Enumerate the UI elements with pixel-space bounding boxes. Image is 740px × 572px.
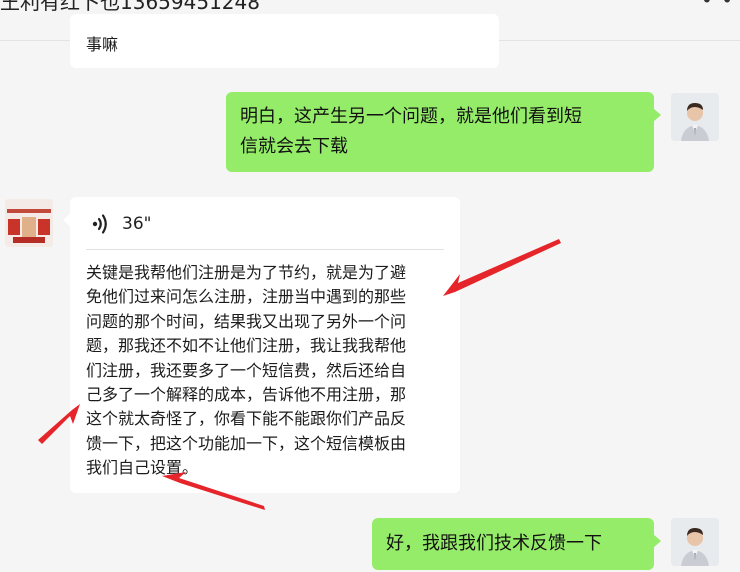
message-line: 明白，这产生另一个问题，就是他们看到短: [240, 106, 582, 127]
message-text: 好，我跟我们技术反馈一下: [386, 533, 602, 554]
message-line: 信就会去下载: [240, 136, 348, 157]
message-bubble-sent[interactable]: 明白，这产生另一个问题，就是他们看到短 信就会去下载: [226, 92, 661, 172]
more-dots-icon[interactable]: • •: [701, 0, 734, 12]
message-text: 事嘛: [86, 35, 119, 54]
transcript-line: 己多了一个解释的成本，告诉他不用注册，那: [86, 385, 407, 405]
voice-transcript: 关键是我帮他们注册是为了节约，就是为了避 免他们过来问怎么注册，注册当中遇到的那…: [86, 261, 450, 481]
chat-title: 王利有红卜也13659451248: [0, 0, 260, 14]
transcript-line: 我们自己设置。: [86, 458, 199, 478]
transcript-line: 馈一下，把这个功能加一下，这个短信模板由: [86, 433, 407, 453]
avatar-contact[interactable]: [5, 199, 53, 247]
message-bubble-sent[interactable]: 好，我跟我们技术反馈一下: [372, 518, 661, 570]
voice-wave-icon: [92, 214, 107, 234]
transcript-line: 们注册，我还要多了一个短信费，然后还给自: [86, 360, 407, 380]
voice-duration: 36": [122, 214, 152, 234]
avatar-man-icon: [671, 93, 719, 141]
transcript-line: 这个就太奇怪了，你看下能不能跟你们产品反: [86, 409, 407, 429]
message-bubble-received[interactable]: 事嘛: [70, 14, 499, 68]
annotation-arrow-top: [443, 239, 561, 296]
voice-row[interactable]: 36": [92, 211, 151, 237]
transcript-line: 关键是我帮他们注册是为了节约，就是为了避: [86, 263, 407, 282]
avatar-man-icon: [671, 518, 719, 566]
transcript-divider: [86, 249, 444, 250]
avatar-me[interactable]: [671, 93, 719, 141]
transcript-line: 题，那我还不如不让他们注册，我让我我帮他: [86, 336, 407, 356]
transcript-line: 免他们过来问怎么注册，注册当中遇到的那些: [86, 287, 407, 307]
transcript-line: 问题的那个时间，结果我又出现了另外一个问: [86, 311, 407, 331]
voice-message-bubble[interactable]: 36" 关键是我帮他们注册是为了节约，就是为了避 免他们过来问怎么注册，注册当中…: [63, 197, 460, 493]
avatar-red-cards-icon: [5, 199, 53, 247]
avatar-me[interactable]: [671, 518, 719, 566]
